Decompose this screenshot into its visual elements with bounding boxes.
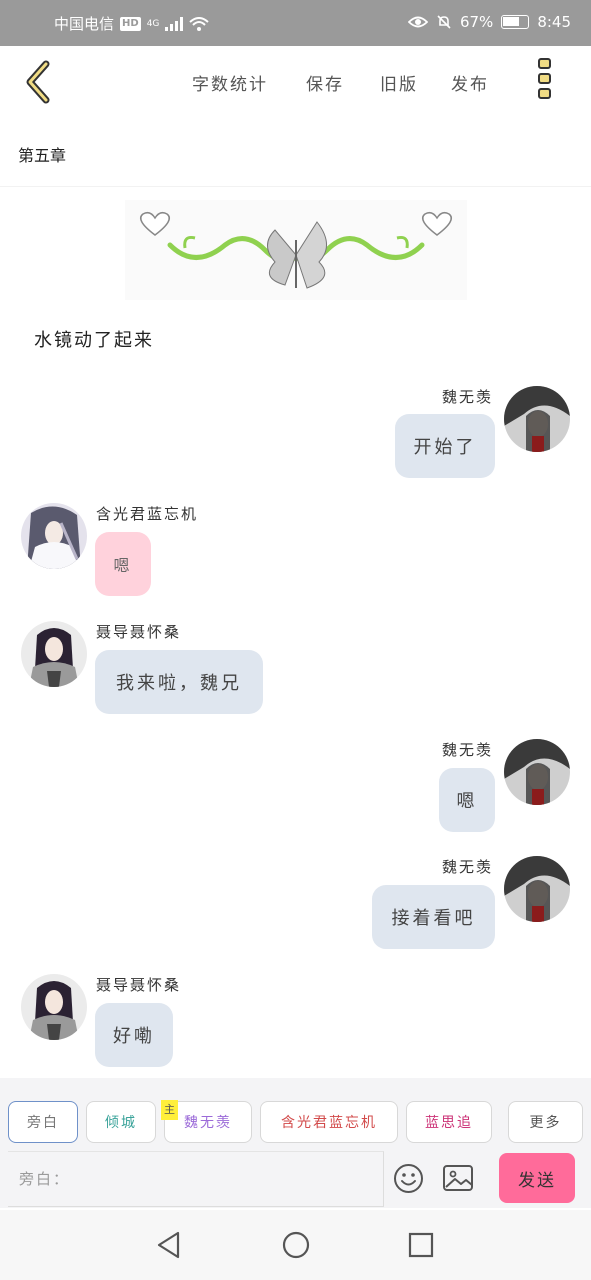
nav-home-icon[interactable] <box>281 1230 311 1260</box>
sender-name: 聂导聂怀桑 <box>96 623 182 641</box>
avatar-nie[interactable] <box>21 974 87 1040</box>
role-chip-lan[interactable]: 含光君蓝忘机 <box>260 1101 398 1143</box>
word-count-button[interactable]: 字数统计 <box>192 70 268 95</box>
system-nav-bar <box>0 1210 591 1280</box>
nav-recents-icon[interactable] <box>406 1230 436 1260</box>
status-right: 67% 8:45 <box>407 13 571 31</box>
back-chevron-icon[interactable] <box>20 58 60 106</box>
avatar-wei[interactable] <box>504 856 570 922</box>
sender-name: 聂导聂怀桑 <box>96 976 182 994</box>
message-bubble[interactable]: 好嘞 <box>95 1003 173 1067</box>
message-bubble[interactable]: 我来啦，魏兄 <box>95 650 263 714</box>
hd-badge: HD <box>120 16 141 31</box>
role-chip-narrator[interactable]: 旁白 <box>8 1101 78 1143</box>
battery-icon <box>501 15 530 29</box>
network-label: 4G <box>146 18 160 29</box>
narration-text: 水镜动了起来 <box>34 330 154 351</box>
top-toolbar: 字数统计 保存 旧版 发布 <box>0 46 591 118</box>
send-button[interactable]: 发送 <box>499 1153 575 1203</box>
message-input-wrapper <box>8 1151 384 1207</box>
image-icon[interactable] <box>442 1163 474 1193</box>
message-bubble[interactable]: 开始了 <box>395 414 495 478</box>
wifi-icon <box>189 16 210 31</box>
butterfly-ornament-image <box>125 200 467 300</box>
message-input[interactable] <box>8 1152 383 1206</box>
message-bubble[interactable]: 嗯 <box>95 532 151 596</box>
status-bar: 中国电信 HD 4G 67% 8:45 <box>0 0 591 46</box>
sender-name: 魏无羡 <box>441 858 493 876</box>
role-chip-qingcheng[interactable]: 倾城 <box>86 1101 156 1143</box>
carrier-label: 中国电信 <box>54 15 115 33</box>
more-menu-icon[interactable] <box>534 58 554 106</box>
signal-icon <box>165 16 184 31</box>
sender-name: 魏无羡 <box>441 741 493 759</box>
publish-button[interactable]: 发布 <box>451 70 489 95</box>
avatar-lan[interactable] <box>21 503 87 569</box>
chapter-title: 第五章 <box>18 146 67 165</box>
avatar-wei[interactable] <box>504 739 570 805</box>
sender-name: 魏无羡 <box>441 388 493 406</box>
sender-name: 含光君蓝忘机 <box>96 505 199 523</box>
nav-back-icon[interactable] <box>154 1230 184 1260</box>
role-chip-lansizhui[interactable]: 蓝思追 <box>406 1101 492 1143</box>
more-roles-button[interactable]: 更多 <box>508 1101 583 1143</box>
clock: 8:45 <box>537 13 571 31</box>
save-button[interactable]: 保存 <box>306 70 344 95</box>
battery-percent: 67% <box>459 13 494 31</box>
emoji-icon[interactable] <box>393 1163 424 1194</box>
status-left: 中国电信 HD 4G <box>54 13 210 34</box>
eye-icon <box>407 16 428 28</box>
message-bubble[interactable]: 嗯 <box>439 768 495 832</box>
message-bubble[interactable]: 接着看吧 <box>372 885 495 949</box>
old-version-button[interactable]: 旧版 <box>380 70 418 95</box>
avatar-nie[interactable] <box>21 621 87 687</box>
avatar-wei[interactable] <box>504 386 570 452</box>
divider <box>0 186 591 187</box>
main-role-badge: 主 <box>161 1100 178 1120</box>
mute-bell-icon <box>437 15 451 29</box>
